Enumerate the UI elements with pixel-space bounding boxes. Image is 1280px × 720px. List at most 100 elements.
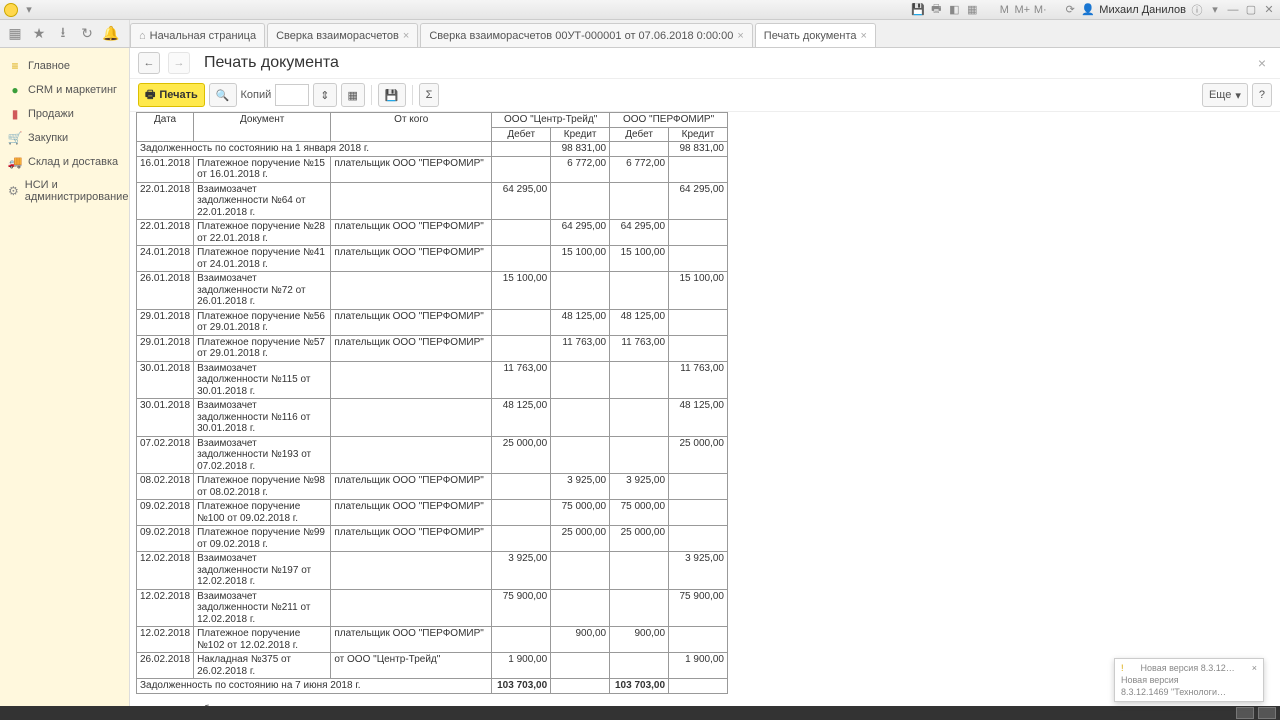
close-tab-icon[interactable]: ×	[861, 30, 867, 42]
sidebar-item-crm[interactable]: ●CRM и маркетинг	[0, 78, 129, 102]
notification-popup[interactable]: !Новая версия 8.3.12…× Новая версия 8.3.…	[1114, 658, 1264, 702]
cell: Платежное поручение №15 от 16.01.2018 г.	[194, 156, 331, 182]
cell: Взаимозачет задолженности №211 от 12.02.…	[194, 589, 331, 627]
pause-button[interactable]	[1236, 707, 1254, 719]
close-tab-icon[interactable]: ×	[737, 30, 743, 42]
cell: 900,00	[610, 627, 669, 653]
cell: 22.01.2018	[137, 182, 194, 220]
cell: 64 295,00	[551, 220, 610, 246]
sum-button[interactable]: Σ	[419, 83, 440, 107]
tab-print-doc[interactable]: Печать документа×	[755, 23, 876, 47]
cell	[551, 589, 610, 627]
cell	[331, 361, 492, 399]
compare-icon[interactable]: ◧	[947, 3, 961, 17]
print-icon[interactable]: 🖶	[929, 3, 943, 17]
cell: 15 100,00	[551, 246, 610, 272]
minimize-icon[interactable]: —	[1226, 3, 1240, 17]
summary-label: Задолженность по состоянию на 7 июня 201…	[137, 679, 492, 694]
summary-value	[492, 142, 551, 157]
cell	[610, 589, 669, 627]
sidebar-item-purchases[interactable]: 🛒Закупки	[0, 126, 129, 150]
tab-reconciliation-list[interactable]: Сверка взаиморасчетов ×	[267, 23, 418, 47]
tab-reconciliation-doc[interactable]: Сверка взаиморасчетов 00УТ-000001 от 07.…	[420, 23, 752, 47]
sidebar-item-sales[interactable]: ▮Продажи	[0, 102, 129, 126]
scale-button[interactable]: ⇕	[313, 83, 336, 107]
table-row: 30.01.2018Взаимозачет задолженности №116…	[137, 399, 728, 437]
tab-label: Сверка взаиморасчетов	[276, 30, 399, 42]
cell: 09.02.2018	[137, 500, 194, 526]
more-label: Еще	[1209, 89, 1231, 101]
m-plus-icon[interactable]: M+	[1015, 3, 1029, 17]
cell	[551, 436, 610, 474]
nav-sidebar: ≡Главное ●CRM и маркетинг ▮Продажи 🛒Заку…	[0, 48, 130, 706]
sidebar-label: CRM и маркетинг	[28, 84, 117, 96]
edit-button[interactable]: ▦	[341, 83, 365, 107]
cell: 64 295,00	[610, 220, 669, 246]
sidebar-item-admin[interactable]: ⚙НСИ и администрирование	[0, 174, 129, 208]
report-table-1: Дата Документ От кого ООО "Центр-Трейд" …	[136, 112, 728, 694]
m-minus-icon[interactable]: M·	[1033, 3, 1047, 17]
notif-line: 8.3.12.1469 "Технологи…	[1121, 687, 1257, 697]
cell: плательщик ООО "ПЕРФОМИР"	[331, 500, 492, 526]
info-icon[interactable]: ⓘ	[1190, 3, 1204, 17]
cell: 15 100,00	[610, 246, 669, 272]
cell	[331, 436, 492, 474]
cell: Взаимозачет задолженности №64 от 22.01.2…	[194, 182, 331, 220]
notif-title: Новая версия 8.3.12…	[1141, 663, 1235, 673]
table-row: 12.02.2018Взаимозачет задолженности №197…	[137, 552, 728, 590]
save-button[interactable]: 💾	[378, 83, 406, 107]
document-scroll[interactable]: Дата Документ От кого ООО "Центр-Трейд" …	[130, 112, 1280, 706]
fullscreen-button[interactable]	[1258, 707, 1276, 719]
back-button[interactable]: ←	[138, 52, 160, 74]
sidebar-label: Закупки	[28, 132, 68, 144]
print-button[interactable]: 🖶Печать	[138, 83, 205, 107]
help-button[interactable]: ?	[1252, 83, 1272, 107]
cell: плательщик ООО "ПЕРФОМИР"	[331, 627, 492, 653]
m-icon[interactable]: M	[997, 3, 1011, 17]
table-row: 07.02.2018Взаимозачет задолженности №193…	[137, 436, 728, 474]
tab-home[interactable]: ⌂Начальная страница	[130, 23, 265, 47]
more-button[interactable]: Еще▾	[1202, 83, 1248, 107]
cell: 07.02.2018	[137, 436, 194, 474]
cell	[551, 272, 610, 310]
cell: 48 125,00	[492, 399, 551, 437]
preview-button[interactable]: 🔍	[209, 83, 237, 107]
cell	[610, 436, 669, 474]
calc-icon[interactable]: ▦	[965, 3, 979, 17]
col-debit1: Дебет	[492, 127, 551, 142]
download-icon[interactable]: ⭳	[54, 25, 72, 43]
apps-icon[interactable]: ▦	[6, 25, 24, 43]
table-row: 22.01.2018Платежное поручение №28 от 22.…	[137, 220, 728, 246]
cell	[610, 272, 669, 310]
close-page-icon[interactable]: ×	[1258, 55, 1272, 71]
dropdown-icon[interactable]: ▾	[22, 3, 36, 17]
print-label: Печать	[159, 89, 197, 101]
cell	[492, 156, 551, 182]
table-row: 12.02.2018Взаимозачет задолженности №211…	[137, 589, 728, 627]
cell: 11 763,00	[551, 335, 610, 361]
copies-input[interactable]	[275, 84, 309, 106]
col-org2: ООО "ПЕРФОМИР"	[610, 113, 728, 128]
save-icon[interactable]: 💾	[911, 3, 925, 17]
cell: 09.02.2018	[137, 526, 194, 552]
cell: плательщик ООО "ПЕРФОМИР"	[331, 156, 492, 182]
history-icon[interactable]: ↻	[78, 25, 96, 43]
close-window-icon[interactable]: ✕	[1262, 3, 1276, 17]
bell-icon[interactable]: 🔔	[102, 25, 120, 43]
table-summary-row: Задолженность по состоянию на 1 января 2…	[137, 142, 728, 157]
sidebar-item-warehouse[interactable]: 🚚Склад и доставка	[0, 150, 129, 174]
close-tab-icon[interactable]: ×	[403, 30, 409, 42]
cell: 3 925,00	[669, 552, 728, 590]
close-notif-icon[interactable]: ×	[1252, 663, 1257, 673]
star-icon[interactable]: ★	[30, 25, 48, 43]
cell	[669, 220, 728, 246]
cell: 25 000,00	[610, 526, 669, 552]
settings-dropdown-icon[interactable]: ▾	[1208, 3, 1222, 17]
forward-button[interactable]: →	[168, 52, 190, 74]
maximize-icon[interactable]: ▢	[1244, 3, 1258, 17]
refresh-icon[interactable]: ⟳	[1063, 3, 1077, 17]
cell: 08.02.2018	[137, 474, 194, 500]
sidebar-item-main[interactable]: ≡Главное	[0, 54, 129, 78]
cell	[331, 589, 492, 627]
cell: 29.01.2018	[137, 309, 194, 335]
